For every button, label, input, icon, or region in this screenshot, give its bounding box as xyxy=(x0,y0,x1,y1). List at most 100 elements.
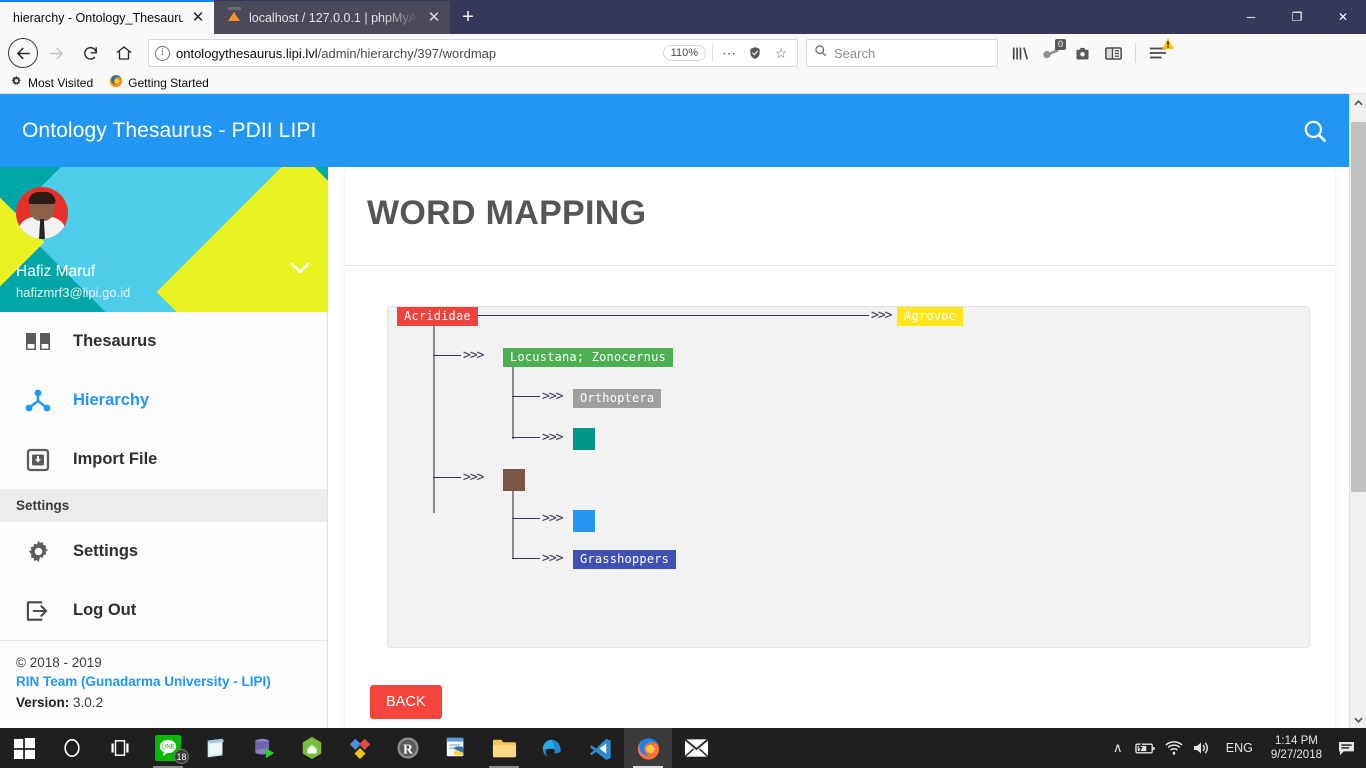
start-button[interactable] xyxy=(0,728,48,768)
avatar[interactable] xyxy=(16,187,68,239)
map-node-blue[interactable] xyxy=(573,510,595,532)
warning-badge-icon xyxy=(1162,36,1174,54)
scroll-down-icon[interactable] xyxy=(1350,711,1366,728)
mail-app[interactable] xyxy=(672,728,720,768)
url-bar[interactable]: i ontologythesaurus.lipi.lvl/admin/hiera… xyxy=(148,39,798,67)
search-icon[interactable] xyxy=(1302,118,1328,144)
sidebar-nav: Thesaurus Hierarchy Import File xyxy=(0,312,327,489)
vscode-app[interactable] xyxy=(576,728,624,768)
arrow-marker: >>> xyxy=(542,389,564,404)
back-button[interactable]: BACK xyxy=(370,685,442,719)
python-app[interactable] xyxy=(432,728,480,768)
sidebar-item-hierarchy[interactable]: Hierarchy xyxy=(0,371,327,430)
map-node-agrovoc[interactable]: Agrovoc xyxy=(897,307,963,326)
sidebar: Hafiz Maruf hafizmrf3@lipi.go.id Thesaur… xyxy=(0,167,328,728)
tab-0[interactable]: hierarchy - Ontology_Thesaurus ✕ xyxy=(0,0,214,34)
sidebar-item-logout[interactable]: Log Out xyxy=(0,581,327,640)
bookmarks-toolbar: Most Visited Getting Started xyxy=(0,72,1366,94)
bookmark-label: Getting Started xyxy=(128,75,209,90)
close-icon[interactable]: ✕ xyxy=(190,10,206,26)
zoom-level-badge[interactable]: 110% xyxy=(662,45,706,61)
map-node-grasshoppers[interactable]: Grasshoppers xyxy=(573,550,677,569)
sidebar-item-thesaurus[interactable]: Thesaurus xyxy=(0,312,327,371)
map-node-acrididae[interactable]: Acrididae xyxy=(397,307,478,326)
tab-1[interactable]: localhost / 127.0.0.1 | phpMyAd ✕ xyxy=(214,1,450,34)
edge-line xyxy=(512,437,540,438)
edge-browser[interactable] xyxy=(528,728,576,768)
battery-icon[interactable] xyxy=(1132,728,1160,768)
window-controls: ─ ❐ ✕ xyxy=(1228,0,1366,34)
tab-strip: hierarchy - Ontology_Thesaurus ✕ localho… xyxy=(0,0,1366,34)
sidebar-settings-nav: Settings Log Out xyxy=(0,522,327,640)
back-icon[interactable] xyxy=(8,38,38,68)
notepad-app[interactable] xyxy=(192,728,240,768)
scrollbar-thumb[interactable] xyxy=(1351,122,1366,492)
bookmark-getting-started[interactable]: Getting Started xyxy=(109,74,209,91)
page-scrollbar[interactable] xyxy=(1349,94,1366,728)
team-link[interactable]: RIN Team (Gunadarma University - LIPI) xyxy=(16,674,311,689)
bookmark-most-visited[interactable]: Most Visited xyxy=(10,75,93,91)
gear-icon xyxy=(24,539,52,564)
svg-text:LINE: LINE xyxy=(161,745,174,751)
map-node-brown[interactable] xyxy=(503,469,525,491)
toolbar-icons: 0 xyxy=(1006,36,1174,67)
navigation-toolbar: i ontologythesaurus.lipi.lvl/admin/hiera… xyxy=(0,34,1366,72)
profile-name: Hafiz Maruf xyxy=(16,263,96,280)
arrow-marker: >>> xyxy=(542,551,564,566)
search-placeholder: Search xyxy=(834,45,876,61)
chevron-down-icon[interactable] xyxy=(290,259,310,279)
tray-chevron-icon[interactable]: ∧ xyxy=(1104,728,1132,768)
task-view[interactable] xyxy=(96,728,144,768)
arrow-marker: >>> xyxy=(542,430,564,445)
language-indicator[interactable]: ENG xyxy=(1216,741,1263,755)
home-icon[interactable] xyxy=(108,37,140,69)
hierarchy-icon xyxy=(24,389,52,413)
search-bar[interactable]: Search xyxy=(806,39,998,67)
sidebar-item-label: Import File xyxy=(73,450,158,468)
r-studio-app[interactable]: R xyxy=(384,728,432,768)
notification-icon[interactable] xyxy=(1330,728,1362,768)
new-tab-button[interactable]: + xyxy=(450,1,486,34)
map-node-locustana-zonocernus[interactable]: Locustana; Zonocernus xyxy=(503,348,673,367)
scroll-up-icon[interactable] xyxy=(1350,94,1366,111)
line-app[interactable]: LINE 18 xyxy=(144,728,192,768)
screenshot-icon[interactable] xyxy=(1068,39,1096,67)
url-text: ontologythesaurus.lipi.lvl/admin/hierarc… xyxy=(176,46,657,61)
bookmark-star-icon[interactable]: ☆ xyxy=(771,43,791,63)
arrow-marker: >>> xyxy=(542,511,564,526)
close-icon[interactable]: ✕ xyxy=(426,10,442,26)
hamburger-menu-icon[interactable] xyxy=(1144,36,1174,67)
page-actions-icon[interactable]: ⋯ xyxy=(719,43,739,63)
wifi-icon[interactable] xyxy=(1160,728,1188,768)
database-app[interactable] xyxy=(240,728,288,768)
clock[interactable]: 1:14 PM 9/27/2018 xyxy=(1263,734,1330,762)
edge-line xyxy=(459,315,869,316)
diamond-app[interactable] xyxy=(336,728,384,768)
minimize-button[interactable]: ─ xyxy=(1228,0,1274,34)
shield-icon[interactable] xyxy=(745,43,765,63)
sidebar-footer: © 2018 - 2019 RIN Team (Gunadarma Univer… xyxy=(0,641,327,710)
edge-line xyxy=(512,396,540,397)
reload-icon[interactable] xyxy=(74,37,106,69)
reader-sidebar-icon[interactable] xyxy=(1099,39,1127,67)
edge-line xyxy=(512,487,514,559)
file-explorer[interactable] xyxy=(480,728,528,768)
site-info-icon[interactable]: i xyxy=(155,45,170,61)
home-app[interactable] xyxy=(288,728,336,768)
sidebar-profile[interactable]: Hafiz Maruf hafizmrf3@lipi.go.id xyxy=(0,167,328,312)
volume-icon[interactable] xyxy=(1188,728,1216,768)
pocket-icon[interactable]: 0 xyxy=(1037,39,1066,67)
edge-line xyxy=(433,355,461,356)
window-close-button[interactable]: ✕ xyxy=(1320,0,1366,34)
map-node-teal[interactable] xyxy=(573,428,595,450)
firefox-browser[interactable] xyxy=(624,728,672,768)
app-header: Ontology Thesaurus - PDII LIPI xyxy=(0,94,1350,167)
sidebar-item-import-file[interactable]: Import File xyxy=(0,430,327,489)
map-node-orthoptera[interactable]: Orthoptera xyxy=(573,389,662,408)
sidebar-item-settings[interactable]: Settings xyxy=(0,522,327,581)
maximize-button[interactable]: ❐ xyxy=(1274,0,1320,34)
book-icon xyxy=(24,331,52,352)
cortana-search[interactable] xyxy=(48,728,96,768)
bookmark-label: Most Visited xyxy=(28,75,94,90)
library-icon[interactable] xyxy=(1006,39,1034,67)
